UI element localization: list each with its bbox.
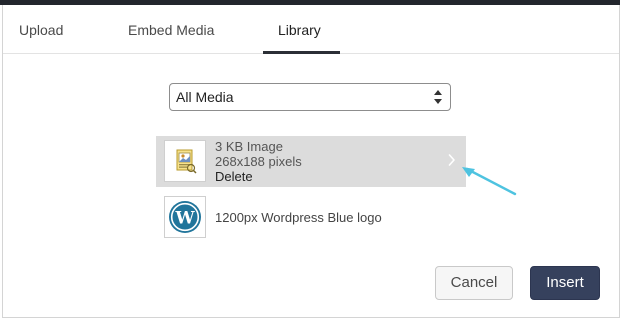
active-tab-indicator: [263, 51, 340, 54]
tab-bar: Upload Embed Media Library: [3, 5, 619, 54]
media-filter-select[interactable]: All Media: [169, 83, 451, 111]
media-filter-value: All Media: [176, 89, 234, 105]
svg-text:W: W: [174, 209, 195, 229]
media-dimensions: 268x188 pixels: [215, 154, 302, 169]
media-item-image[interactable]: 3 KB Image 268x188 pixels Delete: [156, 136, 466, 187]
media-dialog: Upload Embed Media Library All Media 3 K…: [2, 5, 620, 318]
wordpress-logo-icon: W: [169, 201, 201, 233]
media-thumbnail: W: [164, 196, 206, 238]
chevron-right-icon[interactable]: [448, 153, 456, 167]
media-title: 3 KB Image: [215, 139, 283, 154]
image-document-icon: [176, 149, 197, 174]
tab-upload[interactable]: Upload: [19, 22, 63, 38]
media-title: 1200px Wordpress Blue logo: [215, 210, 382, 225]
media-meta: 3 KB Image 268x188 pixels Delete: [215, 139, 302, 184]
tab-library[interactable]: Library: [278, 22, 321, 38]
insert-button[interactable]: Insert: [530, 266, 600, 300]
select-arrows-icon: [434, 90, 442, 104]
media-thumbnail: [164, 140, 206, 182]
delete-link[interactable]: Delete: [215, 169, 302, 184]
media-item-wordpress-logo[interactable]: W 1200px Wordpress Blue logo: [156, 192, 466, 243]
cancel-button[interactable]: Cancel: [435, 266, 513, 300]
annotation-arrow-icon: [462, 167, 517, 196]
tab-embed-media[interactable]: Embed Media: [128, 22, 214, 38]
